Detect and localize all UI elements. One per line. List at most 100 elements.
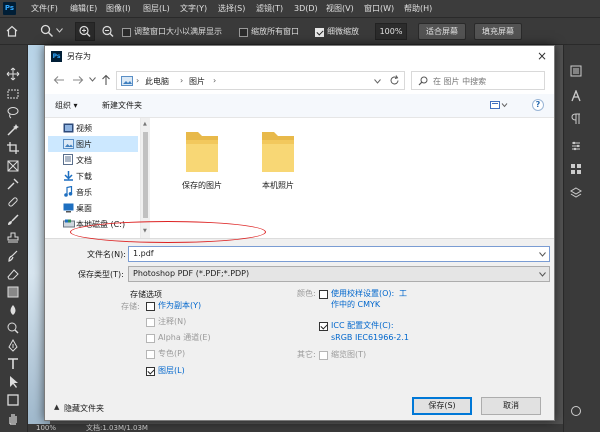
organize-label: 组织: [55, 101, 71, 110]
as-copy-checkbox[interactable]: [146, 302, 155, 311]
nav-scrollbar[interactable]: ▲ ▼: [141, 118, 150, 238]
hand-tool-icon[interactable]: [6, 411, 20, 425]
cancel-button[interactable]: 取消: [481, 397, 541, 415]
navigation-pane: 视频 图片 文档 下载 音乐 桌面 本地磁盘 (C:): [45, 118, 141, 238]
frame-tool-icon[interactable]: [6, 159, 20, 173]
crop-tool-icon[interactable]: [6, 141, 20, 155]
blur-tool-icon[interactable]: [6, 303, 20, 317]
character-panel-icon[interactable]: [570, 90, 582, 102]
zoom-in-button[interactable]: [75, 22, 95, 41]
stamp-tool-icon[interactable]: [6, 231, 20, 245]
icc-profile-value: sRGB IEC61966-2.1: [331, 333, 410, 342]
save-button[interactable]: 保存(S): [412, 397, 472, 415]
menu-edit[interactable]: 编辑(E): [70, 0, 97, 17]
menu-bar: Ps 文件(F) 编辑(E) 图像(I) 图层(L) 文字(Y) 选择(S) 滤…: [0, 0, 600, 17]
nav-item-desktop[interactable]: 桌面: [48, 200, 138, 216]
history-brush-tool-icon[interactable]: [6, 249, 20, 263]
hide-folders-button[interactable]: 隐藏文件夹: [64, 403, 104, 414]
healing-brush-tool-icon[interactable]: [6, 195, 20, 209]
gradient-tool-icon[interactable]: [6, 285, 20, 299]
view-options-icon[interactable]: [490, 100, 508, 110]
layers-checkbox[interactable]: [146, 367, 155, 376]
resize-windows-checkbox[interactable]: [122, 28, 131, 37]
channels-panel-icon[interactable]: [570, 405, 582, 417]
nav-item-label: 图片: [76, 140, 92, 149]
type-tool-icon[interactable]: [6, 357, 20, 371]
scroll-up-icon[interactable]: ▲: [143, 121, 147, 127]
up-arrow-icon[interactable]: [101, 74, 111, 86]
lasso-tool-icon[interactable]: [6, 105, 20, 119]
nav-item-documents[interactable]: 文档: [48, 152, 138, 168]
marquee-tool-icon[interactable]: [6, 87, 20, 101]
dialog-app-icon: Ps: [51, 51, 62, 62]
menu-window[interactable]: 窗口(W): [364, 0, 394, 17]
refresh-icon[interactable]: [389, 75, 400, 86]
address-dropdown-icon[interactable]: [374, 79, 381, 84]
history-panel-icon[interactable]: [570, 65, 582, 77]
save-options-form: 文件名(N): 1.pdf 保存类型(T): Photoshop PDF (*.…: [45, 238, 554, 378]
recent-dropdown-icon[interactable]: [89, 77, 96, 82]
filename-input[interactable]: 1.pdf: [128, 246, 550, 262]
eyedropper-tool-icon[interactable]: [6, 177, 20, 191]
breadcrumb-this-pc[interactable]: 此电脑: [145, 76, 169, 87]
menu-view[interactable]: 视图(V): [326, 0, 354, 17]
paragraph-panel-icon[interactable]: [570, 113, 582, 125]
menu-image[interactable]: 图像(I): [106, 0, 131, 17]
folder-item[interactable]: 本机照片: [248, 128, 308, 208]
proof-setup-sublabel: 作中的 CMYK: [331, 300, 381, 309]
close-icon[interactable]: ×: [537, 49, 547, 63]
folder-item[interactable]: 保存的图片: [172, 128, 232, 208]
alpha-channels-checkbox[interactable]: [146, 334, 155, 343]
move-tool-icon[interactable]: [6, 67, 20, 81]
menu-type[interactable]: 文字(Y): [180, 0, 207, 17]
nav-item-music[interactable]: 音乐: [48, 184, 138, 200]
zoom-out-button[interactable]: [99, 23, 117, 40]
eraser-tool-icon[interactable]: [6, 267, 20, 281]
address-bar[interactable]: › 此电脑 › 图片 ›: [116, 71, 405, 90]
help-icon[interactable]: ?: [532, 99, 544, 111]
organize-menu[interactable]: 组织 ▾: [55, 101, 78, 111]
dodge-tool-icon[interactable]: [6, 321, 20, 335]
menu-file[interactable]: 文件(F): [31, 0, 58, 17]
chevron-down-icon[interactable]: [539, 272, 546, 277]
menu-3d[interactable]: 3D(D): [294, 0, 318, 17]
annotations-checkbox[interactable]: [146, 318, 155, 327]
chevron-down-icon[interactable]: [56, 28, 63, 33]
nav-item-label: 桌面: [76, 204, 92, 213]
chevron-up-icon[interactable]: ▲: [54, 403, 59, 411]
menu-filter[interactable]: 滤镜(T): [256, 0, 283, 17]
filetype-select[interactable]: Photoshop PDF (*.PDF;*.PDP): [128, 266, 550, 282]
layers-panel-icon[interactable]: [570, 187, 582, 199]
zoom-percent-field[interactable]: 100%: [375, 23, 407, 40]
menu-select[interactable]: 选择(S): [218, 0, 245, 17]
zoom-all-windows-checkbox[interactable]: [239, 28, 248, 37]
pen-tool-icon[interactable]: [6, 339, 20, 353]
forward-arrow-icon[interactable]: [72, 75, 84, 85]
new-folder-button[interactable]: 新建文件夹: [102, 101, 142, 111]
fill-screen-button[interactable]: 填充屏幕: [474, 23, 522, 40]
scrubby-zoom-checkbox[interactable]: [315, 28, 324, 37]
search-box[interactable]: 在 图片 中搜索: [411, 71, 545, 90]
zoom-tool-icon[interactable]: [40, 24, 54, 38]
nav-item-downloads[interactable]: 下载: [48, 168, 138, 184]
breadcrumb-pictures[interactable]: 图片: [189, 76, 205, 87]
nav-item-videos[interactable]: 视频: [48, 120, 138, 136]
menu-help[interactable]: 帮助(H): [404, 0, 432, 17]
swatches-panel-icon[interactable]: [570, 163, 582, 175]
fit-screen-button[interactable]: 适合屏幕: [418, 23, 466, 40]
home-icon[interactable]: [6, 25, 18, 37]
proof-setup-checkbox[interactable]: [319, 290, 328, 299]
spot-colors-checkbox[interactable]: [146, 350, 155, 359]
menu-layer[interactable]: 图层(L): [143, 0, 170, 17]
thumbnail-checkbox[interactable]: [319, 351, 328, 360]
brush-tool-icon[interactable]: [6, 213, 20, 227]
icc-profile-checkbox[interactable]: [319, 322, 328, 331]
shape-tool-icon[interactable]: [6, 393, 20, 407]
back-arrow-icon[interactable]: [53, 75, 65, 85]
magic-wand-tool-icon[interactable]: [6, 123, 20, 137]
properties-panel-icon[interactable]: [570, 140, 582, 152]
chevron-down-icon[interactable]: [539, 252, 546, 257]
scroll-thumb[interactable]: [143, 132, 148, 218]
nav-item-pictures[interactable]: 图片: [48, 136, 138, 152]
path-selection-tool-icon[interactable]: [6, 375, 20, 389]
